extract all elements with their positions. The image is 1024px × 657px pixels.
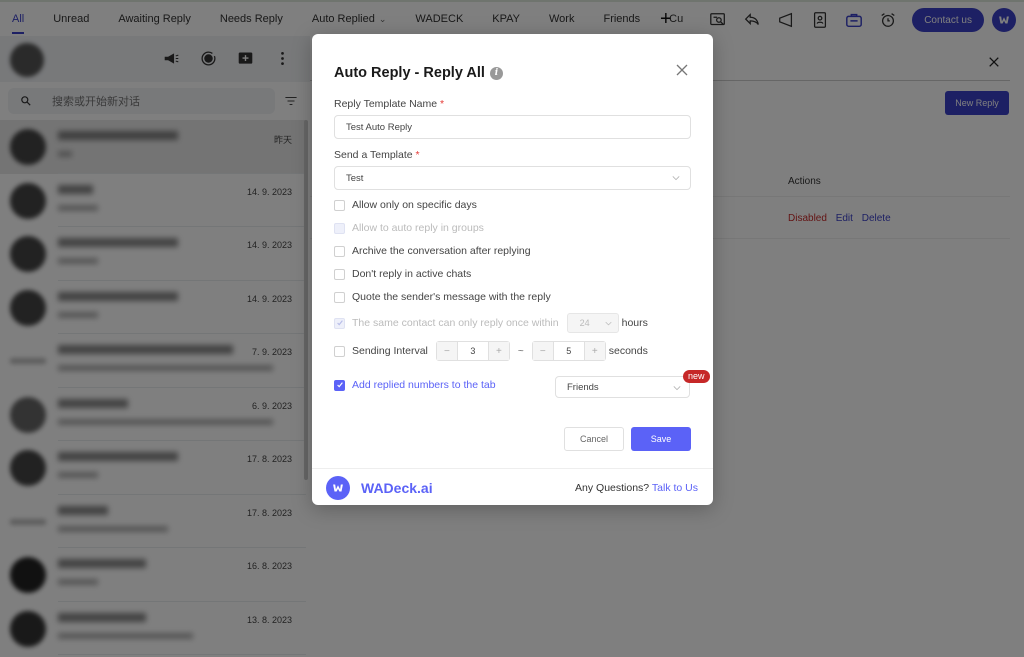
checkmark-icon <box>336 320 343 326</box>
auto-reply-dialog: Auto Reply - Reply All i Reply Template … <box>312 34 713 505</box>
interval-max-stepper[interactable]: − 5 + <box>531 341 606 361</box>
dialog-footer: WADeck.ai Any Questions? Talk to Us <box>312 468 713 505</box>
checkbox[interactable] <box>334 379 345 391</box>
option-archive[interactable]: Archive the conversation after replying <box>334 245 531 257</box>
checkbox <box>334 317 345 329</box>
hours-select: 24 <box>566 313 619 333</box>
checkmark-icon <box>336 382 343 388</box>
template-name-label: Reply Template Name * <box>334 98 445 110</box>
talk-to-us-link[interactable]: Talk to Us <box>652 482 698 494</box>
chevron-down-icon <box>672 176 680 181</box>
interval-max-value[interactable]: 5 <box>552 342 585 360</box>
checkbox[interactable] <box>334 291 345 303</box>
option-specific-days[interactable]: Allow only on specific days <box>334 199 477 211</box>
brand: WADeck.ai <box>326 476 433 500</box>
send-template-label: Send a Template * <box>334 149 420 161</box>
option-add-to-tab[interactable]: Add replied numbers to the tab <box>334 379 496 391</box>
increment-button[interactable]: + <box>584 342 605 360</box>
option-groups: Allow to auto reply in groups <box>334 222 484 234</box>
decrement-button[interactable]: − <box>532 342 553 360</box>
interval-min-value[interactable]: 3 <box>456 342 489 360</box>
template-name-input[interactable]: Test Auto Reply <box>334 115 691 139</box>
checkbox[interactable] <box>334 268 345 280</box>
wadeck-logo-icon <box>326 476 350 500</box>
close-icon[interactable] <box>675 63 689 77</box>
option-quote[interactable]: Quote the sender's message with the repl… <box>334 291 551 303</box>
interval-min-stepper[interactable]: − 3 + <box>435 341 510 361</box>
info-icon[interactable]: i <box>489 66 503 80</box>
checkbox <box>334 222 345 234</box>
option-once-within: The same contact can only reply once wit… <box>334 313 648 333</box>
option-active-chats[interactable]: Don't reply in active chats <box>334 268 471 280</box>
checkbox[interactable] <box>334 345 345 357</box>
brand-name: WADeck.ai <box>361 480 433 496</box>
help-text: Any Questions? Talk to Us <box>575 482 698 494</box>
decrement-button[interactable]: − <box>436 342 457 360</box>
cancel-button[interactable]: Cancel <box>564 427 624 451</box>
checkbox[interactable] <box>334 245 345 257</box>
option-sending-interval: Sending Interval − 3 + ~ − 5 + seconds <box>334 341 648 361</box>
checkbox[interactable] <box>334 199 345 211</box>
increment-button[interactable]: + <box>488 342 509 360</box>
new-badge: new <box>683 370 710 383</box>
save-button[interactable]: Save <box>631 427 691 451</box>
send-template-select[interactable]: Test <box>334 166 691 190</box>
dialog-title: Auto Reply - Reply All i <box>334 65 503 81</box>
target-tab-select[interactable]: Friends <box>555 376 690 398</box>
chevron-down-icon <box>673 386 681 391</box>
chevron-down-icon <box>605 321 612 326</box>
